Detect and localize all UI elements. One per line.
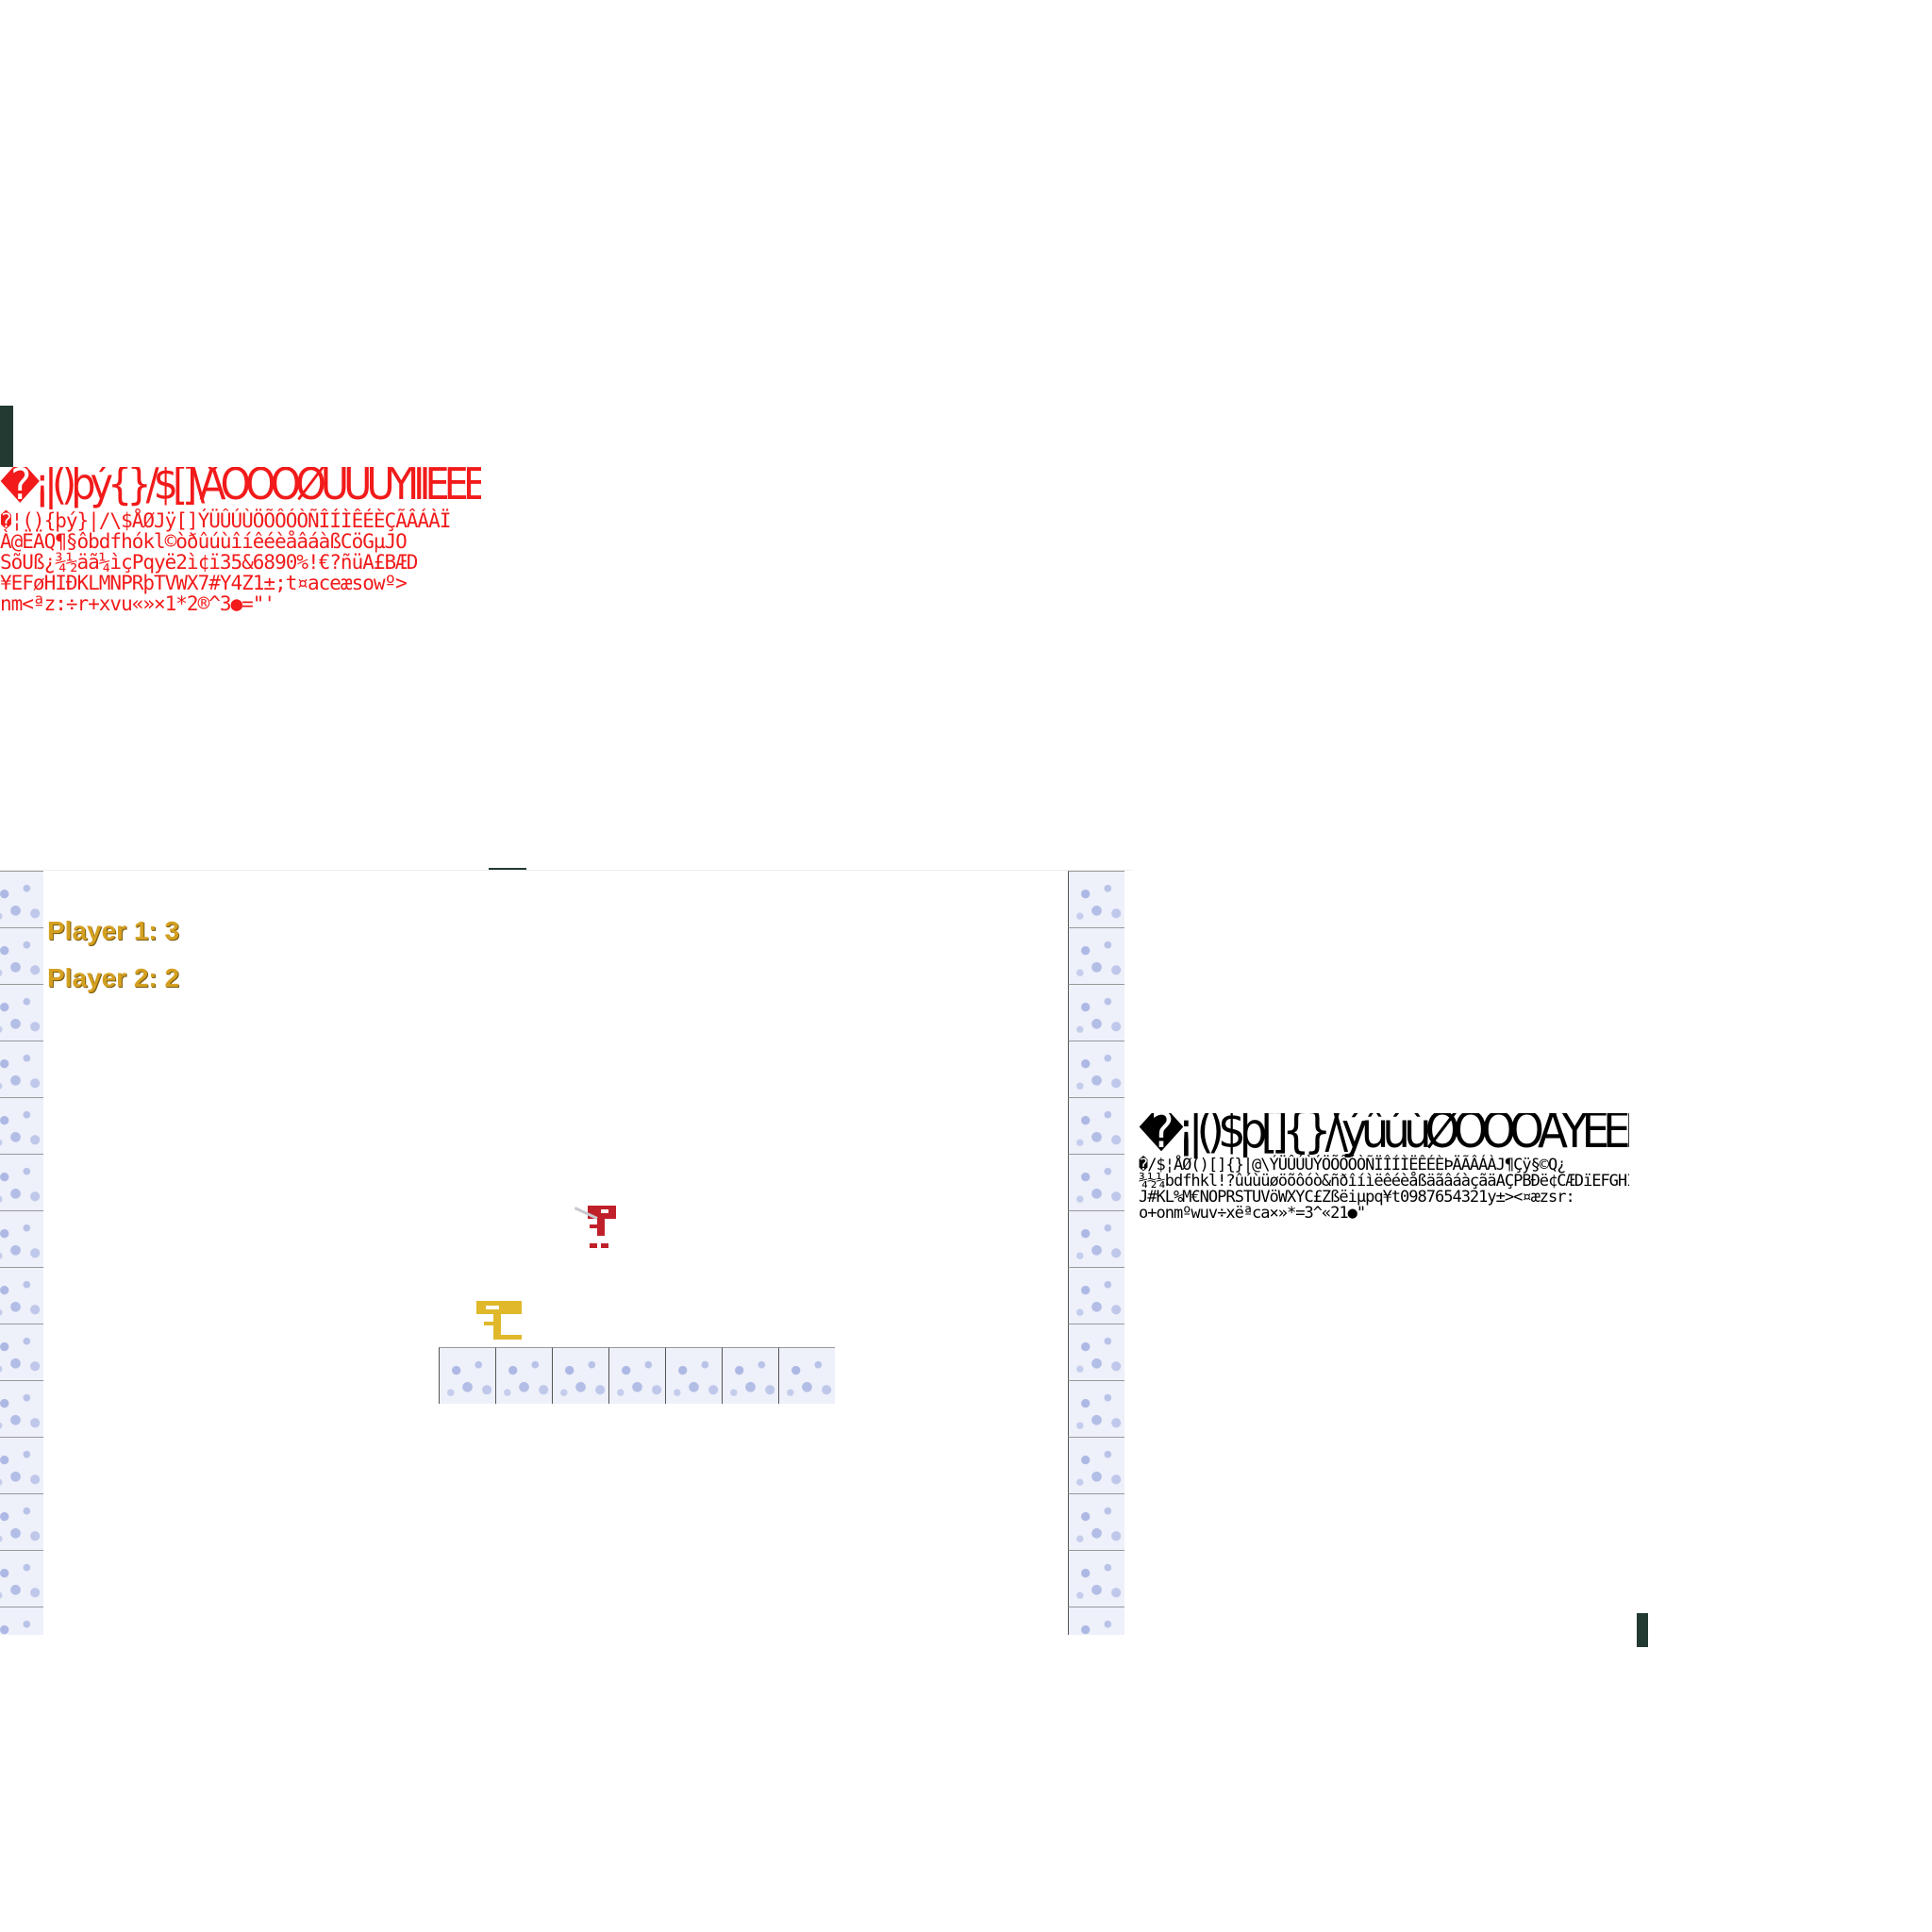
wall-tile	[0, 927, 43, 984]
wall-tile	[0, 1154, 43, 1210]
player-yellow-sprite	[476, 1301, 533, 1348]
wall-tile	[0, 1437, 43, 1493]
wall-tile	[1068, 984, 1124, 1041]
platform	[439, 1347, 840, 1408]
yellow-helmet	[476, 1301, 522, 1314]
red-leg-right	[601, 1243, 608, 1248]
player-red-sprite	[571, 1206, 627, 1257]
wall-tile	[0, 1380, 43, 1437]
marker-top-left	[0, 406, 13, 470]
wall-tile	[0, 1267, 43, 1324]
wall-tile	[0, 1493, 43, 1550]
wall-tile	[1068, 1097, 1124, 1154]
red-visor	[601, 1209, 608, 1213]
yellow-visor	[486, 1306, 499, 1309]
wall-tile	[1068, 1380, 1124, 1437]
yellow-arm	[484, 1322, 501, 1325]
wall-tile	[0, 1210, 43, 1267]
platform-tile	[722, 1347, 778, 1404]
wall-tile	[1068, 871, 1124, 927]
wall-tile	[0, 1041, 43, 1097]
wall-tile	[1068, 1267, 1124, 1324]
red-hand	[590, 1224, 599, 1228]
platform-tile	[439, 1347, 495, 1404]
wall-tile	[1068, 1607, 1124, 1635]
wall-tile	[0, 1550, 43, 1607]
player1-score: Player 1: 3	[47, 916, 180, 945]
wall-right	[1068, 871, 1124, 1635]
platform-tile	[665, 1347, 722, 1404]
wall-tile	[0, 871, 43, 927]
platform-tile	[608, 1347, 665, 1404]
wall-tile	[1068, 1154, 1124, 1210]
wall-tile	[1068, 1550, 1124, 1607]
game-viewport[interactable]: Player 1: 3 Player 2: 2	[0, 870, 1132, 1635]
red-leg-left	[590, 1243, 597, 1248]
wall-tile	[1068, 1210, 1124, 1267]
platform-tile	[778, 1347, 835, 1404]
atlas-black-large: �¡|()$þ[]{}/\ýûúùØÔÓÒÅÝÉÈÎÍÊÌÀÂÁJÝÇÕÏÜÖÑ…	[1139, 1113, 1629, 1159]
platform-tile	[495, 1347, 552, 1404]
wall-tile	[0, 1097, 43, 1154]
wall-tile	[1068, 1041, 1124, 1097]
yellow-foot	[493, 1335, 522, 1340]
wall-tile	[0, 984, 43, 1041]
font-atlas-black: �¡|()$þ[]{}/\ýûúùØÔÓÒÅÝÉÈÎÍÊÌÀÂÁJÝÇÕÏÜÖÑ…	[1139, 1113, 1629, 1632]
wall-tile	[0, 1324, 43, 1380]
wall-tile	[1068, 927, 1124, 984]
marker-bottom-right	[1637, 1613, 1648, 1647]
wall-tile	[0, 1607, 43, 1635]
font-atlas-red: �¡|()þý{}/$[]\ÅÒÓÔØÙÚÛÝÍÎÌÊÉÈÀÂÁJÝÜÖÕÑÇÃ…	[0, 467, 481, 868]
atlas-black-small: �/$¦ÅØ()[]{}|@\ÝÜÛÚÙÝÖÕÔÓÒÑÏÎÍÌËÊÉÈÞÄÃÂÁ…	[1139, 1156, 1629, 1223]
wall-tile	[1068, 1493, 1124, 1550]
wall-left	[0, 871, 43, 1635]
wall-tile	[1068, 1324, 1124, 1380]
wall-tile	[1068, 1437, 1124, 1493]
player2-score: Player 2: 2	[47, 963, 180, 992]
platform-tile	[552, 1347, 608, 1404]
atlas-red-small: �¦(){þý}|/\$ÅØJÿ[]ÝÜÛÚÙÖÕÔÓÒÑÎÍÌÊÉÈÇÃÂÁÀ…	[0, 509, 451, 615]
atlas-red-large: �¡|()þý{}/$[]\ÅÒÓÔØÙÚÛÝÍÎÌÊÉÈÀÂÁJÝÜÖÕÑÇÃ…	[0, 467, 481, 509]
